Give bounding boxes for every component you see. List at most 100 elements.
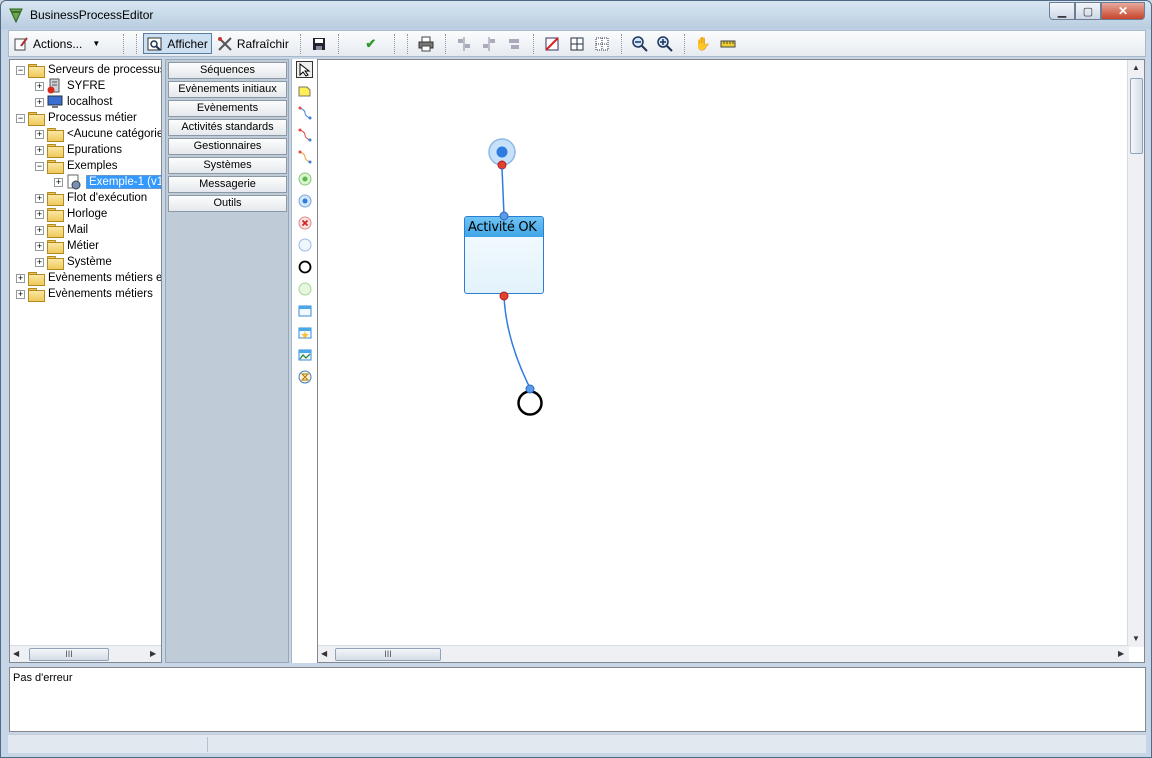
expand-icon[interactable]: + xyxy=(35,257,44,267)
expand-icon[interactable]: + xyxy=(35,241,44,251)
tree-item[interactable]: + Métier xyxy=(35,238,99,254)
tree-item-label: Exemples xyxy=(67,160,118,172)
timer-tool[interactable] xyxy=(296,368,313,385)
canvas-horizontal-scrollbar[interactable]: ◀ III ▶ xyxy=(318,645,1129,662)
error-event-tool[interactable] xyxy=(296,214,313,231)
scroll-up-icon[interactable]: ▲ xyxy=(1132,63,1140,72)
event-blue-tool[interactable] xyxy=(296,236,313,253)
afficher-button[interactable]: Afficher xyxy=(143,33,212,54)
tree-item[interactable]: − Processus métier xyxy=(16,110,137,126)
pointer-tool[interactable] xyxy=(296,61,313,78)
snap-grid-button[interactable] xyxy=(590,33,614,54)
tree-item[interactable]: + Evènements métiers xyxy=(16,286,153,302)
tree-item[interactable]: + Epurations xyxy=(35,142,122,158)
validate-button[interactable]: ✔ xyxy=(359,33,383,54)
start-blue-tool[interactable] xyxy=(296,192,313,209)
vertical-scroll-thumb[interactable] xyxy=(1130,78,1143,154)
tree-item[interactable]: − Serveurs de processus xyxy=(16,62,161,78)
activity-window-tool[interactable] xyxy=(296,302,313,319)
horizontal-scroll-thumb[interactable]: III xyxy=(335,648,441,661)
palette-panel: Séquences Evènements initiaux Evènements Ac… xyxy=(165,59,289,663)
actions-dropdown[interactable]: Actions... ▼ xyxy=(9,33,108,54)
scroll-left-icon[interactable]: ◀ xyxy=(13,649,19,658)
event-green-tool[interactable] xyxy=(296,280,313,297)
collapse-icon[interactable]: − xyxy=(16,65,25,75)
end-event-tool[interactable] xyxy=(296,258,313,275)
link-red-tool[interactable] xyxy=(296,126,313,143)
palette-category-button[interactable]: Evènements xyxy=(168,100,287,117)
rafraichir-label: Rafraîchir xyxy=(236,36,289,51)
horizontal-scroll-thumb[interactable]: III xyxy=(29,648,109,661)
align-left-button[interactable] xyxy=(452,33,476,54)
canvas-vertical-scrollbar[interactable]: ▲ ▼ xyxy=(1127,60,1144,647)
tree-item[interactable]: + SYFRE xyxy=(35,78,105,94)
expand-icon[interactable]: + xyxy=(35,81,44,91)
align-right-button[interactable] xyxy=(502,33,526,54)
collapse-icon[interactable]: − xyxy=(16,113,25,123)
palette-category-button[interactable]: Gestionnaires xyxy=(168,138,287,155)
palette-category-button[interactable]: Activités standards xyxy=(168,119,287,136)
process-icon xyxy=(66,174,82,190)
expand-icon[interactable]: + xyxy=(16,273,25,283)
palette-category-button[interactable]: Séquences xyxy=(168,62,287,79)
palette-category-button[interactable]: Evènements initiaux xyxy=(168,81,287,98)
link-blue-tool[interactable] xyxy=(296,104,313,121)
grid-button[interactable] xyxy=(565,33,589,54)
folder-icon xyxy=(47,160,64,174)
tree-item[interactable]: + Système xyxy=(35,254,112,270)
tree-item[interactable]: + localhost xyxy=(35,94,112,110)
scroll-right-icon[interactable]: ▶ xyxy=(150,649,156,658)
scroll-down-icon[interactable]: ▼ xyxy=(1132,634,1140,643)
rafraichir-button[interactable]: Rafraîchir xyxy=(213,33,293,54)
connector-start-activity[interactable] xyxy=(501,167,505,216)
zoom-in-icon xyxy=(657,35,673,52)
collapse-icon[interactable]: − xyxy=(35,161,44,171)
align-center-button[interactable] xyxy=(477,33,501,54)
diagram-canvas[interactable]: Activité OK ▲ ▼ ◀ III ▶ xyxy=(317,59,1145,663)
activity-star-tool[interactable] xyxy=(296,324,313,341)
palette-category-button[interactable]: Systèmes xyxy=(168,157,287,174)
expand-icon[interactable]: + xyxy=(54,177,63,187)
scroll-left-icon[interactable]: ◀ xyxy=(321,649,327,658)
tree-item[interactable]: − Exemples xyxy=(35,158,118,174)
tree-item[interactable]: + Flot d'exécution xyxy=(35,190,147,206)
expand-icon[interactable]: + xyxy=(35,193,44,203)
start-blue-icon xyxy=(298,194,311,207)
edit-icon xyxy=(14,36,28,50)
start-event[interactable] xyxy=(488,138,516,170)
expand-icon[interactable]: + xyxy=(35,225,44,235)
end-event[interactable] xyxy=(517,384,543,416)
zoom-in-button[interactable] xyxy=(653,33,677,54)
pan-button[interactable]: ✋ xyxy=(691,33,715,54)
save-button[interactable] xyxy=(307,33,331,54)
expand-icon[interactable]: + xyxy=(35,97,44,107)
expand-icon[interactable]: + xyxy=(35,209,44,219)
tree-item[interactable]: + Exemple-1 (v1 xyxy=(54,174,161,190)
minimize-button[interactable]: ▁ xyxy=(1049,2,1075,20)
delete-link-button[interactable] xyxy=(540,33,564,54)
folder-icon xyxy=(47,240,64,254)
palette-category-button[interactable]: Outils xyxy=(168,195,287,212)
zoom-out-button[interactable] xyxy=(628,33,652,54)
tree-item[interactable]: + <Aucune catégorie xyxy=(35,126,161,142)
palette-category-button[interactable]: Messagerie xyxy=(168,176,287,193)
expand-icon[interactable]: + xyxy=(35,129,44,139)
activity-node[interactable]: Activité OK xyxy=(464,216,544,294)
close-button[interactable]: ✕ xyxy=(1101,2,1145,20)
scroll-right-icon[interactable]: ▶ xyxy=(1118,649,1124,658)
expand-icon[interactable]: + xyxy=(16,289,25,299)
tree-item[interactable]: + Horloge xyxy=(35,206,107,222)
link-orange-tool[interactable] xyxy=(296,148,313,165)
start-green-tool[interactable] xyxy=(296,170,313,187)
tree-horizontal-scrollbar[interactable]: ◀ III ▶ xyxy=(10,645,161,662)
fit-button[interactable] xyxy=(716,33,740,54)
activity-chart-tool[interactable] xyxy=(296,346,313,363)
tree-item[interactable]: + Mail xyxy=(35,222,88,238)
expand-icon[interactable]: + xyxy=(35,145,44,155)
tree-item[interactable]: + Evènements métiers en xyxy=(16,270,161,286)
connector-activity-end[interactable] xyxy=(503,295,531,389)
maximize-button[interactable]: ▢ xyxy=(1075,2,1101,20)
print-button[interactable] xyxy=(414,33,438,54)
note-tool[interactable] xyxy=(296,82,313,99)
toolbar-separator xyxy=(406,33,408,54)
